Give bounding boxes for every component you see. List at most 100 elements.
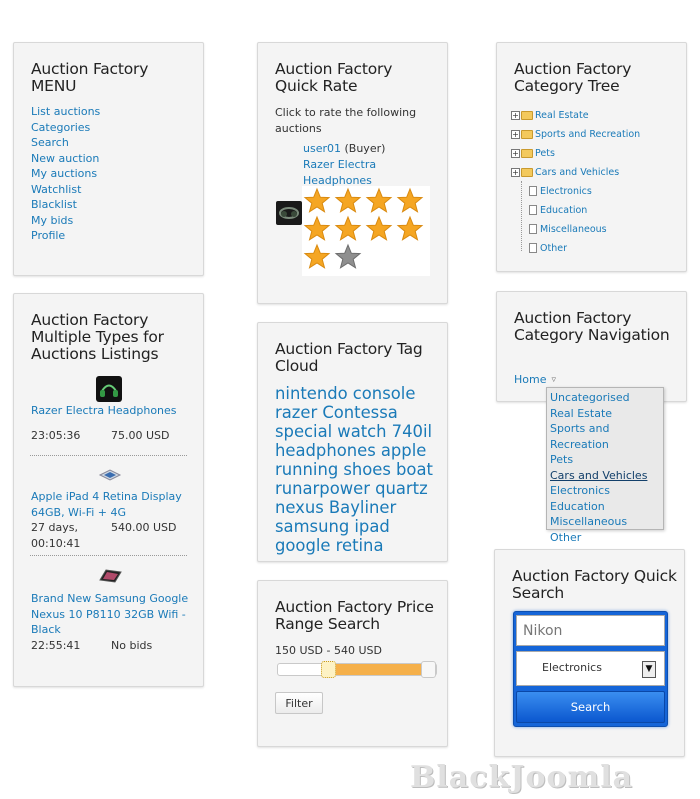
tag-link[interactable]: Bayliner	[329, 498, 396, 517]
dropdown-item-cars-and-vehicles[interactable]: Cars and Vehicles	[550, 468, 663, 484]
menu-item-search[interactable]: Search	[31, 135, 100, 151]
quick-rate-user-link[interactable]: user01	[303, 142, 341, 155]
listing-title-2[interactable]: Apple iPad 4 Retina Display 64GB, Wi-Fi …	[31, 489, 196, 520]
tag-link[interactable]: google	[275, 536, 331, 555]
star-empty-icon[interactable]	[334, 243, 362, 271]
tag-link[interactable]: 740il	[392, 422, 432, 441]
tag-link[interactable]: apple	[381, 441, 427, 460]
listing-time-2: 27 days, 00:10:41	[31, 521, 81, 550]
tree-node-pets[interactable]: + Pets	[511, 145, 555, 161]
tag-link[interactable]: runarpower	[275, 479, 370, 498]
tag-link[interactable]: special	[275, 422, 332, 441]
keyword-input[interactable]	[516, 615, 665, 646]
category-select[interactable]: Electronics ▼	[516, 651, 665, 686]
listing-price-1: 75.00 USD	[111, 429, 170, 442]
menu-item-profile[interactable]: Profile	[31, 228, 100, 244]
tree-label-miscellaneous[interactable]: Miscellaneous	[540, 224, 607, 235]
menu-item-my-auctions[interactable]: My auctions	[31, 166, 100, 182]
menu-item-my-bids[interactable]: My bids	[31, 213, 100, 229]
dropdown-arrow-icon[interactable]: ▼	[642, 661, 656, 678]
tag-link[interactable]: razer	[275, 403, 317, 422]
quick-rate-user-role: (Buyer)	[344, 142, 386, 155]
tag-link[interactable]: headphones	[275, 441, 376, 460]
tree-label-electronics[interactable]: Electronics	[540, 186, 592, 197]
quick-rate-product-line1: Razer Electra	[303, 158, 377, 171]
listing-price-3: No bids	[111, 639, 153, 652]
menu-item-blacklist[interactable]: Blacklist	[31, 197, 100, 213]
dropdown-item-electronics[interactable]: Electronics	[550, 483, 663, 499]
menu-item-list-auctions[interactable]: List auctions	[31, 104, 100, 120]
menu-item-new-auction[interactable]: New auction	[31, 151, 100, 167]
tag-link[interactable]: retina	[336, 536, 384, 555]
listing-thumb-nexus[interactable]	[97, 568, 123, 584]
category-tree-panel: Auction Factory Category Tree + Real Est…	[496, 42, 687, 272]
category-nav-home-link[interactable]: Home	[514, 372, 546, 388]
tree-label-education[interactable]: Education	[540, 205, 587, 216]
menu-item-categories[interactable]: Categories	[31, 120, 100, 136]
dropdown-item-miscellaneous[interactable]: Miscellaneous	[550, 514, 663, 530]
dropdown-item-real-estate[interactable]: Real Estate	[550, 406, 663, 422]
tree-node-real-estate[interactable]: + Real Estate	[511, 107, 589, 123]
star-filled-icon[interactable]	[303, 215, 331, 243]
expand-plus-icon[interactable]: +	[511, 148, 520, 158]
tree-node-miscellaneous[interactable]: Miscellaneous	[529, 221, 607, 237]
price-range-handle-max[interactable]	[421, 661, 436, 678]
listing-title-1[interactable]: Razer Electra Headphones	[31, 403, 196, 419]
dropdown-item-education[interactable]: Education	[550, 499, 663, 515]
tree-label-real-estate[interactable]: Real Estate	[535, 110, 589, 121]
price-range-handle-min[interactable]	[321, 661, 336, 678]
tree-node-sports-and-recreation[interactable]: + Sports and Recreation	[511, 126, 640, 142]
listing-thumb-headphones[interactable]	[96, 376, 122, 402]
quick-rate-title: Auction Factory Quick Rate	[275, 60, 393, 95]
star-filled-icon[interactable]	[303, 187, 331, 215]
tag-link[interactable]: quartz	[375, 479, 428, 498]
tree-label-cars-and-vehicles[interactable]: Cars and Vehicles	[535, 167, 619, 178]
tag-link[interactable]: watch	[337, 422, 386, 441]
tag-link[interactable]: shoes	[343, 460, 391, 479]
tree-label-pets[interactable]: Pets	[535, 148, 555, 159]
tag-link[interactable]: boat	[396, 460, 433, 479]
search-button[interactable]: Search	[516, 691, 665, 723]
quick-search-title: Auction Factory Quick Search	[512, 567, 677, 602]
tree-node-other[interactable]: Other	[529, 240, 567, 256]
tag-link[interactable]: running	[275, 460, 338, 479]
category-tree-title: Auction Factory Category Tree	[514, 60, 632, 95]
expand-plus-icon[interactable]: +	[511, 129, 520, 139]
dropdown-item-other[interactable]: Other	[550, 530, 663, 546]
tag-link[interactable]: samsung	[275, 517, 349, 536]
star-filled-icon[interactable]	[303, 243, 331, 271]
listing-thumb-ipad[interactable]	[98, 466, 122, 481]
filter-button[interactable]: Filter	[275, 692, 323, 714]
listing-divider	[30, 555, 187, 556]
tag-link[interactable]: console	[353, 384, 416, 403]
dropdown-item-pets[interactable]: Pets	[550, 452, 663, 468]
expand-plus-icon[interactable]: +	[511, 167, 520, 177]
star-filled-icon[interactable]	[365, 215, 393, 243]
star-filled-icon[interactable]	[396, 187, 424, 215]
category-select-value: Electronics	[542, 661, 602, 674]
expand-plus-icon[interactable]: +	[511, 110, 520, 120]
chevron-down-icon[interactable]: ▿	[551, 375, 556, 385]
quick-rate-product-link[interactable]: Razer Electra Headphones	[303, 157, 376, 188]
tree-node-education[interactable]: Education	[529, 202, 587, 218]
listing-title-3[interactable]: Brand New Samsung Google Nexus 10 P8110 …	[31, 591, 196, 638]
tag-cloud-panel: Auction Factory Tag Cloud nintendo conso…	[257, 322, 448, 562]
tree-node-cars-and-vehicles[interactable]: + Cars and Vehicles	[511, 164, 619, 180]
star-filled-icon[interactable]	[396, 215, 424, 243]
dropdown-item-sports-and-recreation[interactable]: Sports and Recreation	[550, 421, 663, 452]
price-range-slider[interactable]	[277, 661, 437, 678]
tree-label-sports-and-recreation[interactable]: Sports and Recreation	[535, 129, 640, 140]
tag-link[interactable]: nintendo	[275, 384, 348, 403]
tag-link[interactable]: nexus	[275, 498, 324, 517]
star-filled-icon[interactable]	[334, 187, 362, 215]
quick-rate-product-thumb	[276, 201, 302, 225]
star-filled-icon[interactable]	[334, 215, 362, 243]
dropdown-item-uncategorised[interactable]: Uncategorised	[550, 390, 663, 406]
tree-node-electronics[interactable]: Electronics	[529, 183, 592, 199]
tag-link[interactable]: ipad	[354, 517, 389, 536]
tree-label-other[interactable]: Other	[540, 243, 567, 254]
document-icon	[529, 243, 537, 253]
tag-link[interactable]: Contessa	[322, 403, 398, 422]
menu-item-watchlist[interactable]: Watchlist	[31, 182, 100, 198]
star-filled-icon[interactable]	[365, 187, 393, 215]
